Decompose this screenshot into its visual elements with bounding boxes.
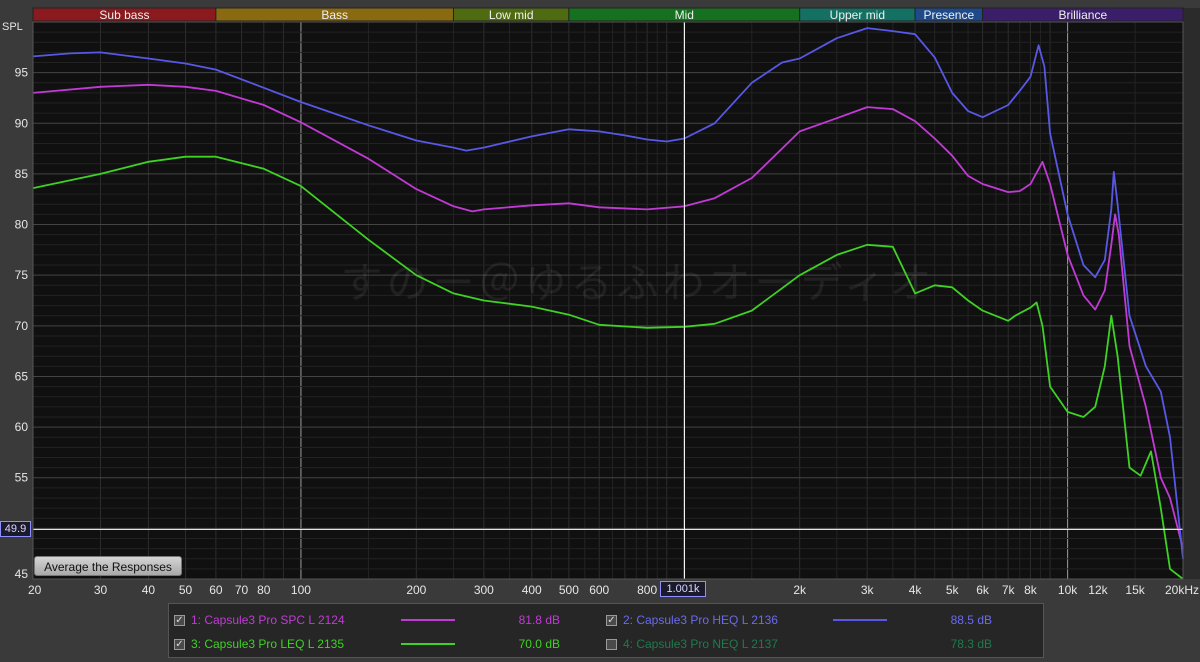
series-2-name: 2: Capsule3 Pro HEQ L 2136 [623, 613, 778, 627]
legend-item-series-4[interactable]: 4: Capsule3 Pro NEQ L 2137 78.3 dB [606, 633, 992, 655]
frequency-response-app: Sub bass Bass Low mid Mid Upper mid Presence B… [0, 0, 1200, 662]
legend-item-series-1[interactable]: ✓ 1: Capsule3 Pro SPC L 2124 81.8 dB [174, 609, 560, 631]
band-label-brilliance: Brilliance [1058, 8, 1107, 22]
series-2-swatch [833, 619, 887, 621]
series-2-level: 88.5 dB [950, 613, 992, 627]
series-3-swatch [401, 643, 455, 645]
x-tick-label: 6k [976, 583, 990, 597]
x-tick-label: 4k [909, 583, 923, 597]
y-tick-label: 75 [15, 268, 29, 282]
y-tick-label: 70 [15, 319, 29, 333]
y-tick-label: 55 [15, 471, 29, 485]
x-tick-label: 60 [209, 583, 223, 597]
plot-right-margin [1183, 8, 1200, 579]
cursor-frequency-readout: 1.001k [660, 581, 706, 597]
legend-item-series-3[interactable]: ✓ 3: Capsule3 Pro LEQ L 2135 70.0 dB [174, 633, 560, 655]
y-tick-label: 60 [15, 420, 29, 434]
watermark-text: すのー＠ゆるふわオーディオ [340, 258, 935, 307]
x-tick-label: 50 [179, 583, 193, 597]
y-tick-label: 65 [15, 369, 29, 383]
series-4-level: 78.3 dB [950, 637, 992, 651]
band-label-low-mid: Low mid [489, 8, 534, 22]
x-tick-label: 7k [1002, 583, 1016, 597]
x-tick-label: 600 [589, 583, 609, 597]
x-tick-label: 100 [291, 583, 311, 597]
x-tick-label: 3k [861, 583, 875, 597]
x-tick-label: 70 [235, 583, 249, 597]
x-tick-label: 8k [1024, 583, 1038, 597]
x-tick-label: 20 [28, 583, 42, 597]
x-tick-label: 30 [94, 583, 108, 597]
series-3-level: 70.0 dB [518, 637, 560, 651]
band-label-upper-mid: Upper mid [830, 8, 885, 22]
y-tick-label: 95 [15, 66, 29, 80]
x-tick-label: 200 [406, 583, 426, 597]
trace-legend: ✓ 1: Capsule3 Pro SPC L 2124 81.8 dB ✓ 2… [168, 603, 1044, 658]
cursor-level-readout: 49.9 [0, 521, 31, 537]
x-tick-label: 300 [474, 583, 494, 597]
series-2-visibility-checkbox[interactable]: ✓ [606, 614, 617, 626]
x-tick-label: 10k [1058, 583, 1078, 597]
band-label-sub-bass: Sub bass [99, 8, 149, 22]
series-1-name: 1: Capsule3 Pro SPC L 2124 [191, 613, 345, 627]
y-tick-label: 85 [15, 167, 29, 181]
x-tick-label: 2k [793, 583, 807, 597]
x-tick-label: 40 [142, 583, 156, 597]
frequency-response-chart[interactable]: Sub bass Bass Low mid Mid Upper mid Presence B… [0, 0, 1200, 602]
series-1-swatch [401, 619, 455, 621]
series-3-name: 3: Capsule3 Pro LEQ L 2135 [191, 637, 344, 651]
band-label-bass: Bass [321, 8, 348, 22]
y-axis-label: SPL [2, 21, 23, 33]
series-4-visibility-checkbox[interactable] [606, 638, 617, 650]
x-tick-label: 400 [522, 583, 542, 597]
band-label-presence: Presence [923, 8, 974, 22]
y-tick-label: 90 [15, 116, 29, 130]
series-1-level: 81.8 dB [518, 613, 560, 627]
x-tick-label: 500 [559, 583, 579, 597]
x-tick-label: 12k [1088, 583, 1108, 597]
x-tick-label: 15k [1125, 583, 1145, 597]
legend-item-series-2[interactable]: ✓ 2: Capsule3 Pro HEQ L 2136 88.5 dB [606, 609, 992, 631]
x-tick-label: 5k [946, 583, 960, 597]
average-responses-button[interactable]: Average the Responses [34, 556, 182, 576]
series-1-visibility-checkbox[interactable]: ✓ [174, 614, 185, 626]
series-4-name: 4: Capsule3 Pro NEQ L 2137 [623, 637, 778, 651]
y-tick-label: 45 [15, 567, 29, 581]
y-tick-label: 80 [15, 218, 29, 232]
x-tick-label: 80 [257, 583, 271, 597]
band-label-mid: Mid [675, 8, 694, 22]
x-tick-label: 800 [637, 583, 657, 597]
x-tick-label: 20kHz [1165, 583, 1199, 597]
series-3-visibility-checkbox[interactable]: ✓ [174, 638, 185, 650]
